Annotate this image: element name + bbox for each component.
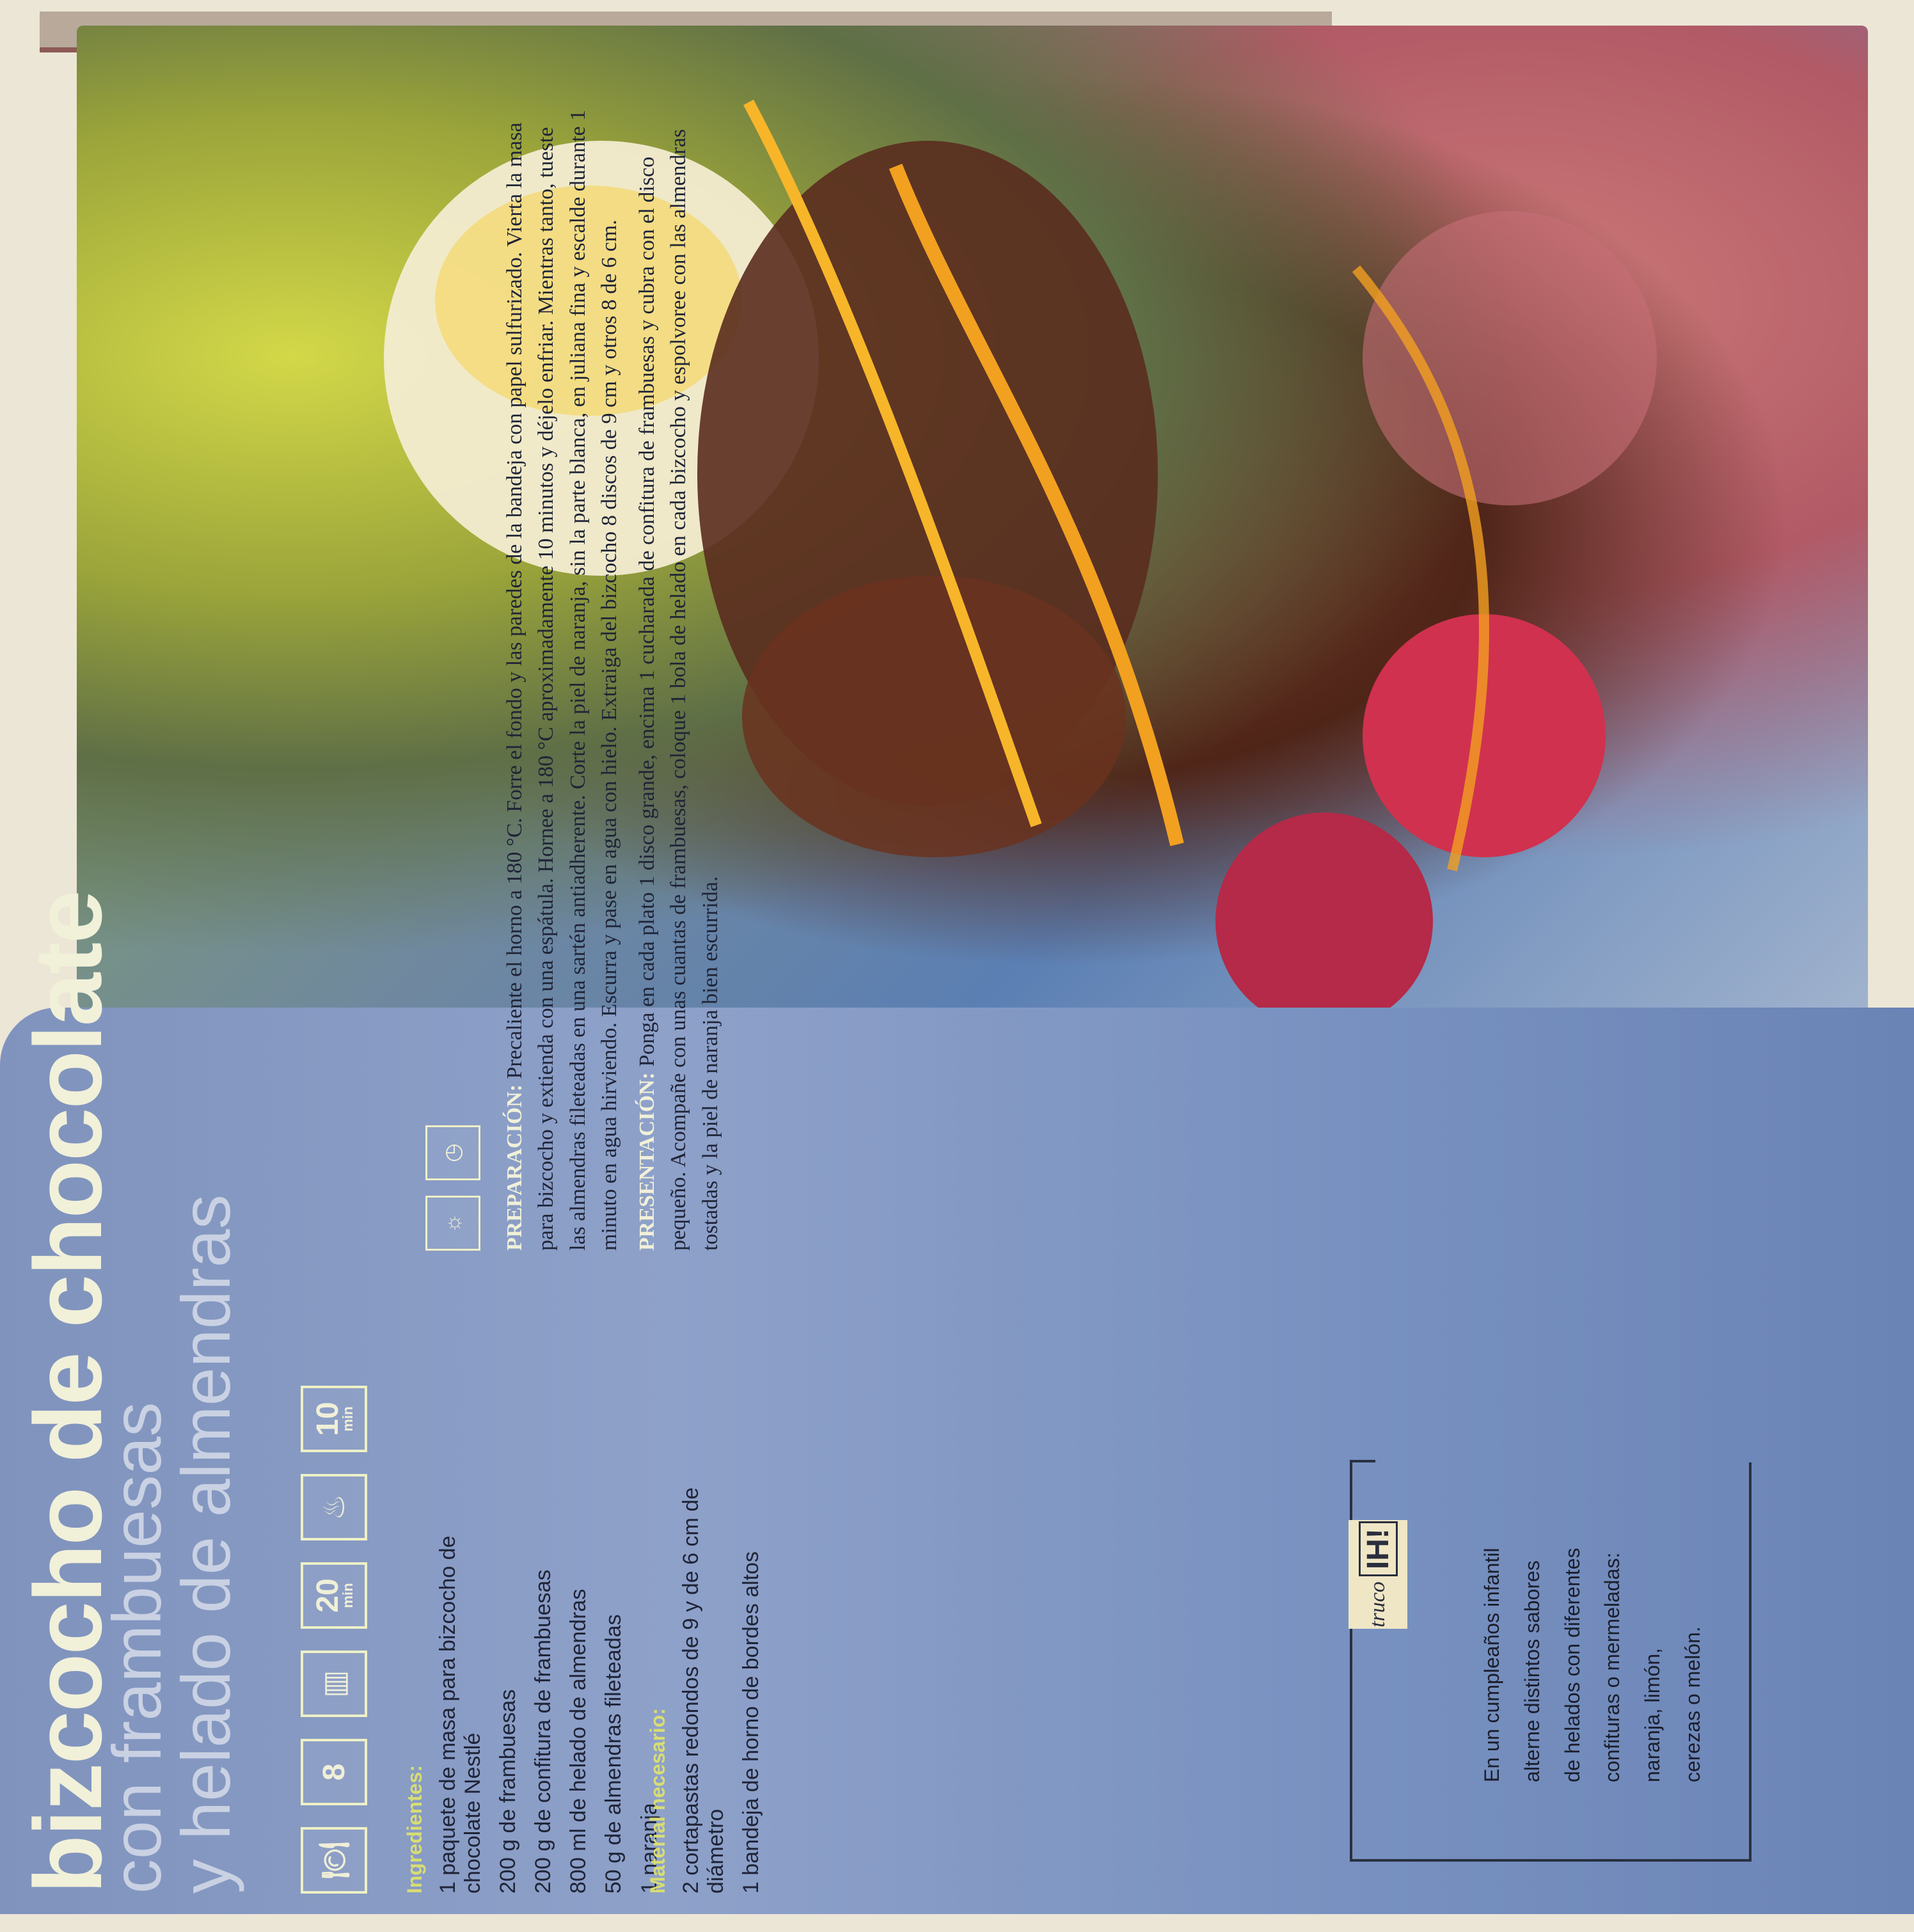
truco-mark: IH! (1358, 1521, 1398, 1577)
ingredients-section: Ingredientes: 1 paquete de masa para biz… (403, 1446, 672, 1894)
recipe-content: bizcocho de chocolate con frambuesas y h… (13, 110, 1881, 1932)
recipe-meta-icons: 🍽 8 ▥ 20 min ♨ 10 min (301, 1386, 367, 1894)
tip-line: naranja, limón, (1641, 1648, 1665, 1782)
presentation-paragraph: PRESENTACIÓN: Ponga en cada plato 1 disc… (631, 99, 726, 1251)
preparation-text: Precaliente el horno a 180 °C. Forre el … (503, 109, 621, 1251)
tip-box: truco IH! En un cumpleaños infantil alte… (1348, 1462, 1752, 1862)
tip-text: En un cumpleaños infantil alterne distin… (1480, 1539, 1721, 1782)
ingredient-item: 1 paquete de masa para bizcocho de choco… (436, 1535, 486, 1894)
truco-badge: truco IH! (1348, 1520, 1407, 1629)
ingredient-item: 50 g de almendras fileteadas (601, 1614, 626, 1894)
preparation-label: PREPARACIÓN: (503, 1084, 526, 1251)
preparation-paragraph: PREPARACIÓN: Precaliente el horno a 180 … (499, 99, 625, 1251)
tip-line: alterne distintos sabores (1520, 1560, 1544, 1782)
recipe-subtitle-line1: con frambuesas (98, 1402, 175, 1894)
glass-icon: ▥ (301, 1651, 367, 1717)
timer-icon: ◷ (425, 1125, 480, 1180)
recipe-subtitle-line2: y helado de almendras (167, 1194, 244, 1894)
material-section: Material necesario: 2 cortapastas redond… (646, 1407, 774, 1894)
servings-badge: 8 (301, 1739, 367, 1805)
prep-time-badge: 20 min (301, 1562, 367, 1629)
material-heading: Material necesario: (646, 1708, 669, 1894)
ingredient-item: 200 g de confitura de frambuesas (531, 1569, 556, 1894)
truco-word: truco (1366, 1581, 1389, 1627)
presentation-label: PRESENTACIÓN: (635, 1072, 660, 1251)
ingredient-item: 200 g de frambuesas (496, 1689, 521, 1894)
tip-line: En un cumpleaños infantil (1480, 1548, 1503, 1782)
material-item: 2 cortapastas redondos de 9 y de 6 cm de… (679, 1487, 729, 1894)
oven-icon: ♨ (301, 1474, 367, 1540)
plate-icon: 🍽 (301, 1827, 367, 1894)
preparation-section: PREPARACIÓN: Precaliente el horno a 180 … (499, 99, 732, 1251)
tip-line: de helados con diferentes (1560, 1548, 1584, 1782)
sun-icon: ☼ (425, 1196, 480, 1251)
cook-time-badge: 10 min (301, 1386, 367, 1452)
material-item: 1 bandeja de horno de bordes altos (739, 1551, 764, 1894)
prep-icons: ☼ ◷ (425, 1125, 480, 1251)
ingredients-heading: Ingredientes: (403, 1765, 426, 1894)
ingredient-item: 800 ml de helado de almendras (566, 1588, 591, 1894)
tip-line: confituras o mermeladas: (1601, 1552, 1624, 1782)
tip-line: cerezas o melón. (1681, 1626, 1704, 1782)
